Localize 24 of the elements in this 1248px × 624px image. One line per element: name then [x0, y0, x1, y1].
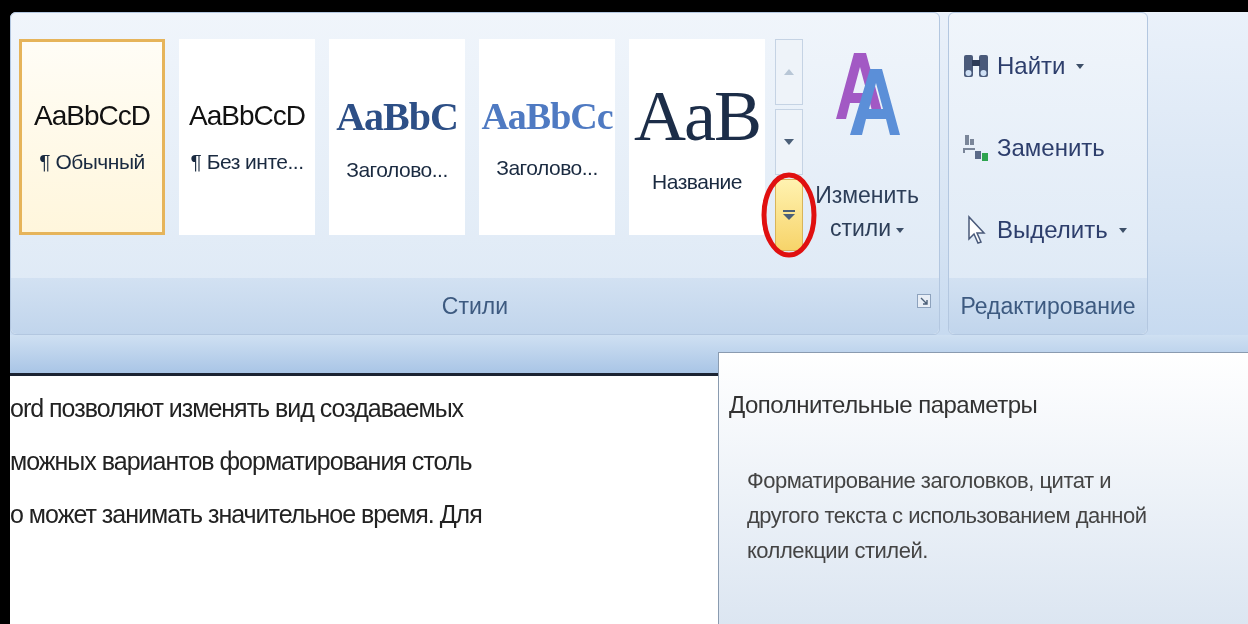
style-gallery-item[interactable]: AaBbCcD ¶ Обычный [19, 39, 165, 235]
style-gallery-item[interactable]: AaBbC Заголово... [329, 39, 465, 235]
up-arrow-icon [784, 69, 794, 75]
style-gallery-item[interactable]: AaBbCcD ¶ Без инте... [179, 39, 315, 235]
tooltip-text: Форматирование заголовков, цитат и другого текста с использованием данной коллекции стилей. [747, 467, 1148, 566]
scroll-down-button[interactable] [775, 109, 803, 175]
editing-command[interactable]: Выделить [961, 207, 1147, 253]
group-label: Стили [441, 292, 509, 320]
group-label: Редактирование [960, 292, 1136, 320]
document-text-line: можных вариантов форматирования столь [10, 447, 472, 476]
editing-command[interactable]: Заменить [961, 125, 1147, 171]
more-button[interactable] [775, 179, 803, 251]
more-arrow-icon [783, 210, 795, 220]
document-text-line: о может занимать значительное время. Для [10, 500, 482, 529]
style-gallery-item[interactable]: AaBbCc Заголово... [479, 39, 615, 235]
caret-icon [896, 227, 905, 233]
change-styles-button[interactable]: Изменить стили [811, 39, 923, 269]
editing-command[interactable]: Найти [961, 43, 1147, 89]
dialog-launcher-icon[interactable] [917, 294, 931, 308]
tooltip-title: Дополнительные параметры [729, 391, 1039, 419]
document-text-line: ord позволяют изменять вид создаваемых [10, 394, 464, 423]
replace-icon [961, 133, 991, 163]
down-arrow-icon [784, 139, 794, 145]
style-gallery-item[interactable]: AaB Название [629, 39, 765, 235]
